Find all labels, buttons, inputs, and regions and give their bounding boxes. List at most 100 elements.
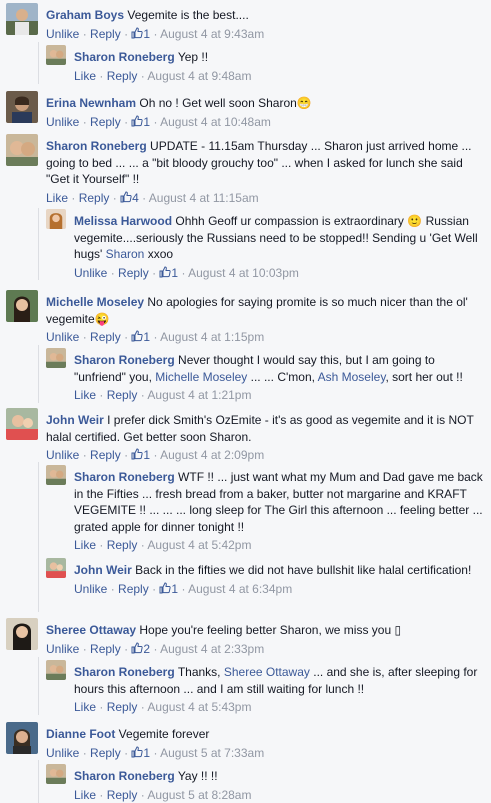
avatar[interactable]: [6, 134, 38, 166]
reply-link[interactable]: Reply: [90, 115, 121, 129]
like-link[interactable]: Like: [74, 788, 96, 802]
reply-thread-line: [38, 345, 39, 403]
comment-author[interactable]: John Weir: [46, 413, 104, 427]
unlike-link[interactable]: Unlike: [74, 582, 107, 596]
comment-timestamp[interactable]: August 4 at 1:15pm: [160, 330, 264, 344]
like-count[interactable]: 2: [131, 642, 150, 656]
like-count[interactable]: 1: [131, 330, 150, 344]
comment-author[interactable]: Sheree Ottaway: [46, 623, 136, 637]
comment-author[interactable]: Sharon Roneberg: [74, 470, 175, 484]
thumbs-up-icon: [131, 448, 144, 460]
avatar[interactable]: [6, 618, 38, 650]
comment-author[interactable]: Sharon Roneberg: [74, 769, 175, 783]
like-count[interactable]: 4: [120, 191, 139, 205]
avatar[interactable]: [46, 465, 66, 485]
reply-link[interactable]: Reply: [90, 448, 121, 462]
reply-link[interactable]: Reply: [107, 700, 138, 714]
unlike-link[interactable]: Unlike: [46, 642, 79, 656]
comment-timestamp[interactable]: August 5 at 7:33am: [160, 746, 264, 760]
avatar[interactable]: [46, 558, 66, 578]
comment-text: Ohhh Geoff ur compassion is extraordinar…: [175, 214, 404, 228]
avatar[interactable]: [46, 348, 66, 368]
reply-thread-line: [38, 42, 39, 84]
unlike-link[interactable]: Unlike: [46, 330, 79, 344]
comment-author[interactable]: Sharon Roneberg: [74, 50, 175, 64]
reply-link[interactable]: Reply: [107, 538, 138, 552]
comment-actions: Unlike · Reply · 1 · August 4 at 10:48am: [46, 114, 271, 129]
reply-link[interactable]: Reply: [90, 330, 121, 344]
mention-link[interactable]: Sheree Ottaway: [224, 665, 310, 679]
comment-timestamp[interactable]: August 5 at 8:28am: [147, 788, 251, 802]
comment-timestamp[interactable]: August 4 at 6:34pm: [188, 582, 292, 596]
like-link[interactable]: Like: [74, 388, 96, 402]
like-count[interactable]: 1: [131, 27, 150, 41]
unlike-link[interactable]: Unlike: [46, 448, 79, 462]
reply-link[interactable]: Reply: [107, 69, 138, 83]
avatar[interactable]: [46, 764, 66, 784]
like-link[interactable]: Like: [74, 538, 96, 552]
avatar[interactable]: [46, 45, 66, 65]
like-count[interactable]: 1: [131, 115, 150, 129]
mention-link[interactable]: Michelle Moseley: [155, 370, 247, 384]
mention-link[interactable]: Ash Moseley: [318, 370, 386, 384]
reply-link[interactable]: Reply: [90, 642, 121, 656]
reply-link[interactable]: Reply: [90, 27, 121, 41]
avatar[interactable]: [46, 209, 66, 229]
comment-author[interactable]: Graham Boys: [46, 8, 124, 22]
like-link[interactable]: Like: [74, 69, 96, 83]
comment-text: Back in the fifties we did not have bull…: [135, 563, 472, 577]
reply-link[interactable]: Reply: [107, 388, 138, 402]
grin-emoji-icon: 😁: [296, 96, 312, 110]
comment-timestamp[interactable]: August 4 at 9:43am: [160, 27, 264, 41]
comment-actions: Like · Reply · August 4 at 9:48am: [74, 68, 252, 83]
reply-thread-line: [38, 462, 39, 612]
like-link[interactable]: Like: [74, 700, 96, 714]
avatar[interactable]: [6, 91, 38, 123]
like-count[interactable]: 1: [159, 582, 178, 596]
comment-timestamp[interactable]: August 4 at 5:42pm: [147, 538, 251, 552]
comment-timestamp[interactable]: August 4 at 2:09pm: [160, 448, 264, 462]
unlike-link[interactable]: Unlike: [46, 746, 79, 760]
comment-author[interactable]: Erina Newnham: [46, 96, 136, 110]
like-count[interactable]: 1: [159, 266, 178, 280]
comment-author[interactable]: Sharon Roneberg: [74, 665, 175, 679]
reply-link[interactable]: Reply: [107, 788, 138, 802]
reply-link[interactable]: Reply: [118, 266, 149, 280]
avatar[interactable]: [6, 3, 38, 35]
reply-link[interactable]: Reply: [90, 746, 121, 760]
comment-author[interactable]: Michelle Moseley: [46, 295, 144, 309]
comment-author[interactable]: Sharon Roneberg: [46, 139, 147, 153]
reply-thread-line: [38, 208, 39, 280]
comment-actions: Unlike · Reply · 1 · August 4 at 1:15pm: [46, 330, 265, 344]
comment-author[interactable]: John Weir: [74, 563, 132, 577]
comment-timestamp[interactable]: August 4 at 1:21pm: [147, 388, 251, 402]
thumbs-up-icon: [120, 190, 132, 202]
comment-timestamp[interactable]: August 4 at 9:48am: [147, 69, 251, 83]
avatar[interactable]: [6, 722, 38, 754]
comment-author[interactable]: Melissa Harwood: [74, 214, 172, 228]
reply-thread-line: [38, 657, 39, 715]
unlike-link[interactable]: Unlike: [46, 27, 79, 41]
comment-timestamp[interactable]: August 4 at 10:48am: [160, 115, 271, 129]
comment-timestamp[interactable]: August 4 at 2:33pm: [160, 642, 264, 656]
unlike-link[interactable]: Unlike: [74, 266, 107, 280]
reply-link[interactable]: Reply: [79, 191, 110, 205]
comment-author[interactable]: Dianne Foot: [46, 727, 115, 741]
avatar[interactable]: [6, 408, 38, 440]
like-count[interactable]: 1: [131, 746, 150, 760]
thumbs-up-icon: [131, 745, 144, 757]
like-count[interactable]: 1: [131, 448, 150, 462]
comment-timestamp[interactable]: August 4 at 5:43pm: [147, 700, 251, 714]
comment-author[interactable]: Sharon Roneberg: [74, 353, 175, 367]
comment-text: Vegemite is the best....: [127, 8, 249, 22]
unlike-link[interactable]: Unlike: [46, 115, 79, 129]
comment-timestamp[interactable]: August 4 at 10:03pm: [188, 266, 299, 280]
like-link[interactable]: Like: [46, 191, 68, 205]
avatar[interactable]: [6, 290, 38, 322]
mention-link[interactable]: Sharon: [106, 247, 145, 261]
comment-text: Yep !!: [177, 50, 209, 64]
comment-timestamp[interactable]: August 4 at 11:15am: [149, 191, 259, 205]
reply-link[interactable]: Reply: [118, 582, 149, 596]
avatar[interactable]: [46, 660, 66, 680]
thumbs-up-icon: [131, 26, 144, 38]
